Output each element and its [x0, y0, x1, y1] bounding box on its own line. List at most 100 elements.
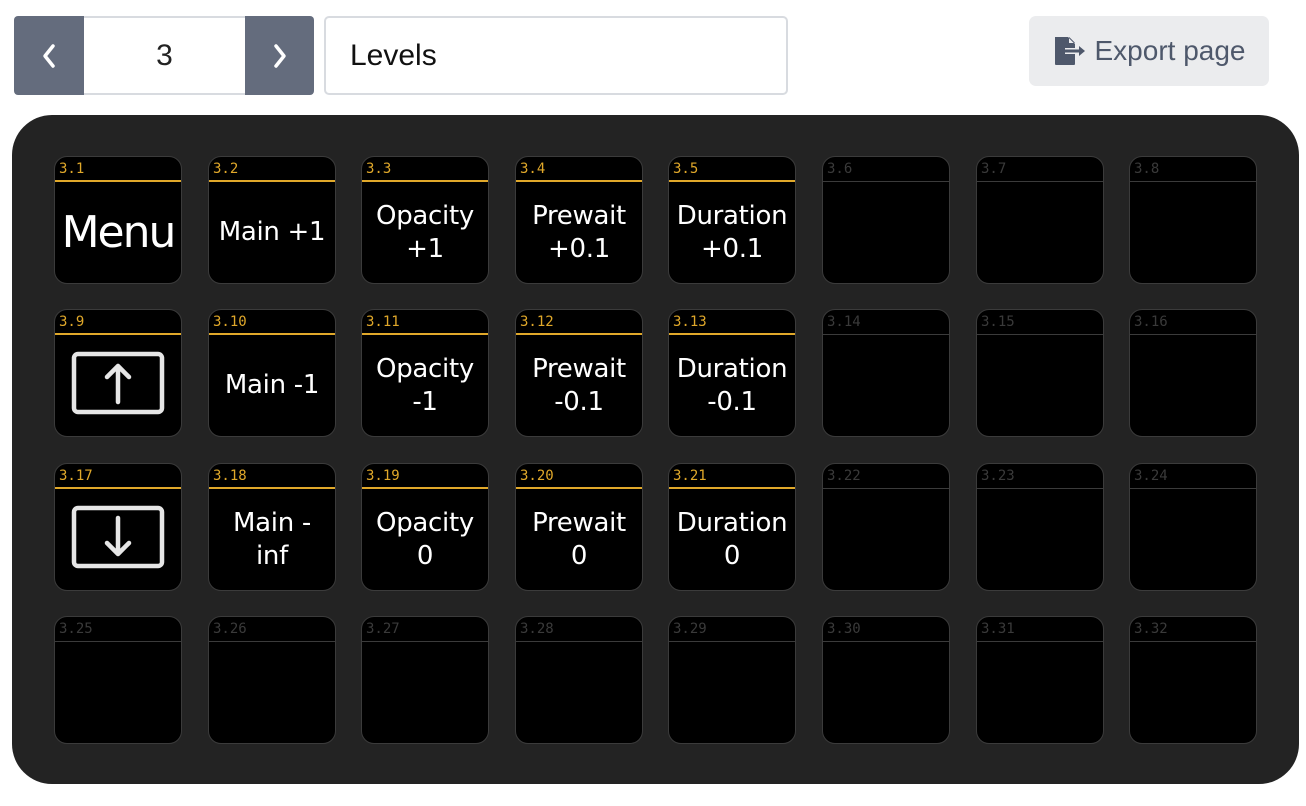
- button-index: 3.1: [59, 161, 85, 177]
- button-label: Duration -0.1: [676, 353, 788, 417]
- button-label: [823, 335, 949, 436]
- button-label: [362, 642, 488, 743]
- button-header: 3.27: [362, 617, 488, 642]
- button-header: 3.12: [516, 310, 642, 335]
- grid-button[interactable]: 3.8: [1129, 156, 1257, 284]
- grid-button[interactable]: 3.29: [668, 616, 796, 744]
- button-index: 3.12: [520, 314, 554, 330]
- button-header: 3.4: [516, 157, 642, 182]
- button-label: [977, 489, 1103, 590]
- prev-page-button[interactable]: [14, 16, 84, 95]
- button-index: 3.16: [1134, 314, 1168, 330]
- grid-button[interactable]: 3.31: [976, 616, 1104, 744]
- grid-button[interactable]: 3.24: [1129, 463, 1257, 591]
- next-page-button[interactable]: [245, 16, 314, 95]
- export-page-label: Export page: [1094, 35, 1246, 66]
- grid-button[interactable]: 3.4 Prewait +0.1: [515, 156, 643, 284]
- grid-button[interactable]: 3.7: [976, 156, 1104, 284]
- button-header: 3.30: [823, 617, 949, 642]
- button-header: 3.3: [362, 157, 488, 182]
- grid-button[interactable]: 3.12 Prewait -0.1: [515, 309, 643, 437]
- grid-button[interactable]: 3.32: [1129, 616, 1257, 744]
- button-label: Prewait +0.1: [532, 200, 626, 264]
- grid-button[interactable]: 3.28: [515, 616, 643, 744]
- button-index: 3.30: [827, 621, 861, 637]
- button-header: 3.16: [1130, 310, 1256, 335]
- grid-button[interactable]: 3.14: [822, 309, 950, 437]
- button-header: 3.2: [209, 157, 335, 182]
- grid-button[interactable]: 3.10 Main -1: [208, 309, 336, 437]
- button-header: 3.10: [209, 310, 335, 335]
- button-index: 3.7: [981, 161, 1007, 177]
- grid-button[interactable]: 3.3 Opacity +1: [361, 156, 489, 284]
- button-index: 3.24: [1134, 468, 1168, 484]
- grid-button[interactable]: 3.18 Main - inf: [208, 463, 336, 591]
- button-label: Menu: [61, 207, 177, 258]
- button-index: 3.31: [981, 621, 1015, 637]
- grid-button[interactable]: 3.5 Duration +0.1: [668, 156, 796, 284]
- button-header: 3.15: [977, 310, 1103, 335]
- button-label: [55, 642, 181, 743]
- grid-button[interactable]: 3.25: [54, 616, 182, 744]
- button-grid-panel: 3.1 Menu 3.2 Main +1 3.3 Opacity +1 3.4 Prewait…: [12, 115, 1299, 784]
- button-index: 3.10: [213, 314, 247, 330]
- button-index: 3.4: [520, 161, 546, 177]
- page-name-input[interactable]: Levels: [324, 16, 788, 95]
- button-index: 3.15: [981, 314, 1015, 330]
- grid-button[interactable]: 3.17: [54, 463, 182, 591]
- button-index: 3.13: [673, 314, 707, 330]
- grid-button[interactable]: 3.13 Duration -0.1: [668, 309, 796, 437]
- button-index: 3.2: [213, 161, 239, 177]
- page-pager: 3: [14, 16, 314, 95]
- button-header: 3.22: [823, 464, 949, 489]
- grid-button[interactable]: 3.1 Menu: [54, 156, 182, 284]
- grid-button[interactable]: 3.27: [361, 616, 489, 744]
- grid-button[interactable]: 3.2 Main +1: [208, 156, 336, 284]
- chevron-left-icon: [43, 43, 55, 68]
- button-header: 3.26: [209, 617, 335, 642]
- grid-button[interactable]: 3.23: [976, 463, 1104, 591]
- button-label: Prewait -0.1: [532, 353, 626, 417]
- button-label: [1130, 489, 1256, 590]
- button-header: 3.29: [669, 617, 795, 642]
- button-index: 3.22: [827, 468, 861, 484]
- page-number-input[interactable]: 3: [84, 16, 245, 95]
- button-label: Prewait 0: [532, 507, 626, 571]
- grid-button[interactable]: 3.16: [1129, 309, 1257, 437]
- grid-button[interactable]: 3.11 Opacity -1: [361, 309, 489, 437]
- grid-button[interactable]: 3.26: [208, 616, 336, 744]
- button-header: 3.24: [1130, 464, 1256, 489]
- button-label: [823, 182, 949, 283]
- button-label: Main -1: [224, 370, 320, 400]
- button-header: 3.28: [516, 617, 642, 642]
- grid-button[interactable]: 3.9: [54, 309, 182, 437]
- button-label: [209, 642, 335, 743]
- button-header: 3.23: [977, 464, 1103, 489]
- button-header: 3.8: [1130, 157, 1256, 182]
- grid-button[interactable]: 3.22: [822, 463, 950, 591]
- button-index: 3.23: [981, 468, 1015, 484]
- button-index: 3.25: [59, 621, 93, 637]
- button-header: 3.7: [977, 157, 1103, 182]
- button-header: 3.6: [823, 157, 949, 182]
- button-label: [977, 335, 1103, 436]
- grid-button[interactable]: 3.21 Duration 0: [668, 463, 796, 591]
- button-label: Opacity -1: [376, 353, 474, 417]
- button-label: [1130, 642, 1256, 743]
- button-header: 3.5: [669, 157, 795, 182]
- button-label: [669, 642, 795, 743]
- grid-button[interactable]: 3.30: [822, 616, 950, 744]
- grid-button[interactable]: 3.20 Prewait 0: [515, 463, 643, 591]
- button-label: Main - inf: [233, 507, 311, 571]
- grid-button[interactable]: 3.15: [976, 309, 1104, 437]
- button-label: [823, 642, 949, 743]
- export-page-button[interactable]: Export page: [1029, 16, 1269, 86]
- grid-button[interactable]: 3.6: [822, 156, 950, 284]
- button-label: [1130, 335, 1256, 436]
- button-label: [977, 642, 1103, 743]
- grid-button[interactable]: 3.19 Opacity 0: [361, 463, 489, 591]
- button-index: 3.20: [520, 468, 554, 484]
- button-label: [977, 182, 1103, 283]
- button-index: 3.5: [673, 161, 699, 177]
- button-index: 3.11: [366, 314, 400, 330]
